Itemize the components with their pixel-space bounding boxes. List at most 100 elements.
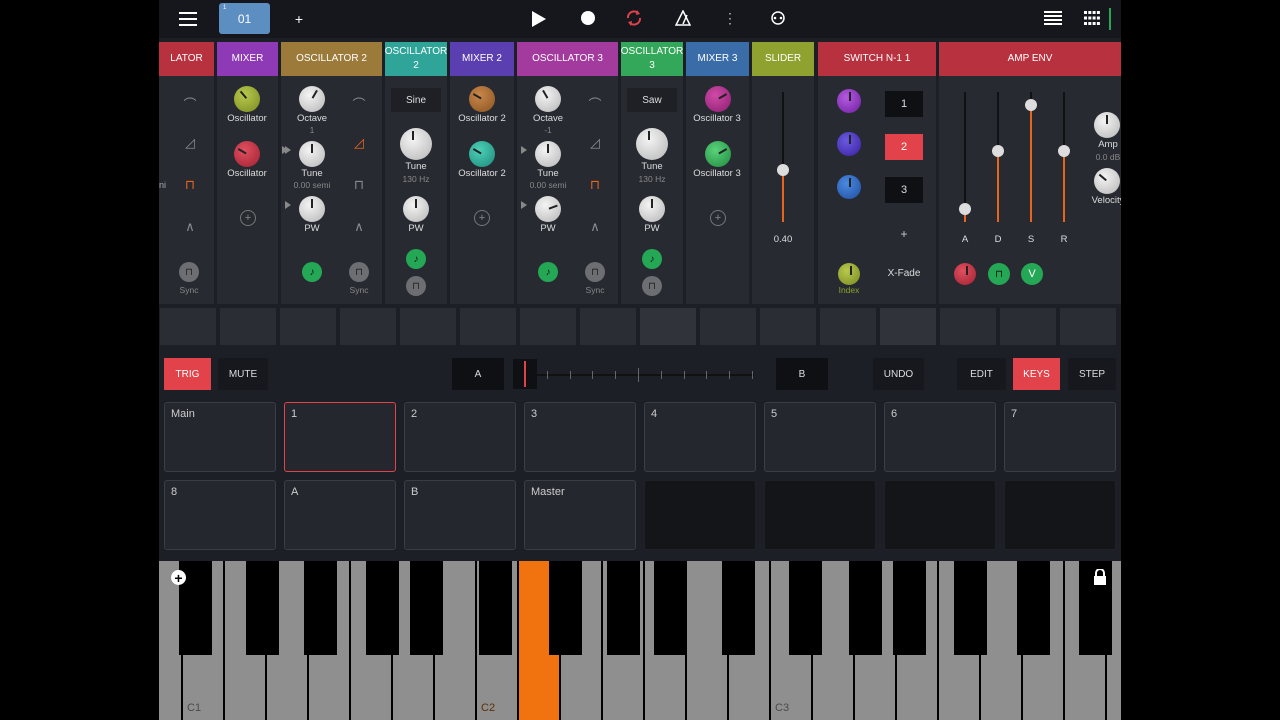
strip-slot[interactable]	[520, 308, 576, 345]
add-patch-button[interactable]: +	[291, 10, 307, 28]
env-slider-handle[interactable]	[1058, 144, 1070, 157]
wave-triangle-icon[interactable]: ∧	[178, 219, 202, 235]
strip-slot[interactable]	[940, 308, 996, 345]
mix-knob-1[interactable]	[469, 86, 495, 112]
env-slider-handle[interactable]	[959, 203, 971, 215]
pad[interactable]	[1004, 480, 1116, 550]
metronome-icon[interactable]	[674, 9, 692, 27]
black-key[interactable]	[366, 561, 399, 655]
black-key[interactable]	[893, 561, 926, 655]
keys-button[interactable]: KEYS	[1013, 358, 1060, 390]
pad[interactable]: Master	[524, 480, 636, 550]
strip-slot[interactable]	[880, 308, 936, 345]
pad[interactable]: B	[404, 480, 516, 550]
wave-sine-icon[interactable]: ⌒	[347, 94, 371, 113]
pad[interactable]: 6	[884, 402, 996, 472]
crossfader[interactable]	[512, 357, 755, 391]
pad[interactable]: 5	[764, 402, 876, 472]
velocity-knob[interactable]	[1094, 168, 1120, 194]
add-input-icon[interactable]: +	[474, 210, 490, 226]
strip-slot[interactable]	[820, 308, 876, 345]
list-icon[interactable]	[1044, 10, 1062, 26]
pad[interactable]: 1	[284, 402, 396, 472]
add-input-icon[interactable]: +	[710, 210, 726, 226]
grid-icon[interactable]	[1083, 10, 1101, 26]
black-key[interactable]	[1017, 561, 1050, 655]
strip-slot[interactable]	[160, 308, 216, 345]
strip-slot[interactable]	[640, 308, 696, 345]
octave-knob[interactable]	[535, 86, 561, 112]
velocity-button[interactable]: V	[1021, 263, 1043, 285]
undo-button[interactable]: UNDO	[873, 358, 924, 390]
step-button[interactable]: STEP	[1068, 358, 1116, 390]
crossfader-handle[interactable]	[513, 359, 537, 389]
env-square-icon[interactable]: ⊓	[988, 263, 1010, 285]
sine-input-icon[interactable]	[837, 175, 861, 199]
note-button[interactable]: ♪	[642, 249, 662, 269]
wave-saw-icon[interactable]: ◿	[583, 135, 607, 151]
loop-icon[interactable]	[625, 9, 643, 27]
black-key[interactable]	[722, 561, 755, 655]
pad[interactable]: 7	[1004, 402, 1116, 472]
black-key[interactable]	[654, 561, 687, 655]
strip-slot[interactable]	[460, 308, 516, 345]
strip-slot[interactable]	[340, 308, 396, 345]
scene-b-button[interactable]: B	[776, 358, 828, 390]
pad[interactable]: Main	[164, 402, 276, 472]
strip-slot[interactable]	[280, 308, 336, 345]
note-button[interactable]: ♪	[406, 249, 426, 269]
note-button[interactable]: ♪	[302, 262, 322, 282]
strip-slot[interactable]	[760, 308, 816, 345]
edit-button[interactable]: EDIT	[957, 358, 1006, 390]
amp-knob[interactable]	[1094, 112, 1120, 138]
tune-knob[interactable]	[299, 141, 325, 167]
strip-slot[interactable]	[400, 308, 456, 345]
sync-button[interactable]: ⊓	[406, 276, 426, 296]
white-key[interactable]	[981, 561, 1022, 720]
switch-option-1[interactable]: 1	[885, 91, 923, 117]
play-icon[interactable]	[531, 9, 547, 29]
mute-button[interactable]: MUTE	[218, 358, 268, 390]
link-icon[interactable]	[769, 9, 787, 27]
strip-slot[interactable]	[220, 308, 276, 345]
black-key[interactable]	[410, 561, 443, 655]
black-key[interactable]	[549, 561, 582, 655]
strip-slot[interactable]	[1000, 308, 1056, 345]
scene-a-button[interactable]: A	[452, 358, 504, 390]
black-key[interactable]	[849, 561, 882, 655]
tune-knob[interactable]	[535, 141, 561, 167]
sync-button[interactable]: ⊓	[642, 276, 662, 296]
pw-knob[interactable]	[639, 196, 665, 222]
strip-slot[interactable]	[580, 308, 636, 345]
switch-option-2[interactable]: 2	[885, 134, 923, 160]
wave-square-icon[interactable]: ⊓	[347, 177, 371, 193]
patch-selector[interactable]: 1 01	[219, 3, 270, 34]
wave-saw-icon[interactable]: ◿	[347, 135, 371, 151]
switch-option-3[interactable]: 3	[885, 177, 923, 203]
index-sine-icon[interactable]	[838, 263, 860, 285]
pad[interactable]: 2	[404, 402, 516, 472]
wave-triangle-icon[interactable]: ∧	[583, 219, 607, 235]
pw-knob[interactable]	[535, 196, 561, 222]
sync-button[interactable]: ⊓	[179, 262, 199, 282]
trig-button[interactable]: TRIG	[164, 358, 211, 390]
strip-slot[interactable]	[700, 308, 756, 345]
pad[interactable]: 3	[524, 402, 636, 472]
wave-sine-icon[interactable]: ⌒	[583, 94, 607, 113]
wave-saw-icon[interactable]: ◿	[178, 135, 202, 151]
black-key[interactable]	[479, 561, 512, 655]
sine-input-icon[interactable]	[837, 132, 861, 156]
octave-knob[interactable]	[299, 86, 325, 112]
record-icon[interactable]	[581, 11, 595, 25]
pad[interactable]: A	[284, 480, 396, 550]
pad[interactable]	[764, 480, 876, 550]
more-vert-icon[interactable]: ⋮	[723, 9, 737, 27]
sync-button[interactable]: ⊓	[349, 262, 369, 282]
sync-button[interactable]: ⊓	[585, 262, 605, 282]
shape-selector[interactable]: Saw	[627, 88, 677, 112]
add-keyboard-icon[interactable]: +	[171, 570, 186, 585]
mix-knob-1[interactable]	[705, 86, 731, 112]
sine-input-icon[interactable]	[837, 89, 861, 113]
pw-knob[interactable]	[299, 196, 325, 222]
pad[interactable]	[644, 480, 756, 550]
